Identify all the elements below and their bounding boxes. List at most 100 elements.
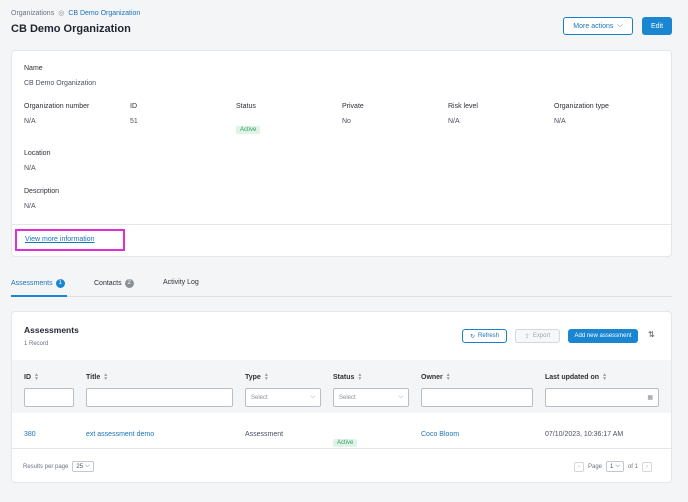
column-settings-icon[interactable]: ⇅ bbox=[648, 330, 655, 339]
tab-activity-log[interactable]: Activity Log bbox=[163, 279, 199, 286]
refresh-button[interactable]: ↻ Refresh bbox=[462, 329, 507, 343]
page-select[interactable]: 1 ⌵ bbox=[606, 461, 624, 472]
refresh-icon: ↻ bbox=[469, 333, 475, 340]
status-badge: Active bbox=[236, 118, 261, 136]
breadcrumb-current[interactable]: CB Demo Organization bbox=[68, 10, 140, 17]
column-header-status-label: Status bbox=[333, 373, 355, 381]
export-label: Export bbox=[532, 333, 551, 339]
location-value: N/A bbox=[24, 165, 36, 172]
page-value: 1 bbox=[610, 463, 614, 470]
last-updated-filter-input[interactable]: ▦ bbox=[545, 388, 659, 407]
column-header-owner[interactable]: Owner ▲ ▼ bbox=[421, 372, 451, 382]
tab-assessments-count: 1 bbox=[55, 279, 65, 288]
tab-assessments[interactable]: Assessments 1 bbox=[11, 279, 65, 288]
more-actions-button[interactable]: More actions ⌵ bbox=[563, 17, 633, 35]
breadcrumb: Organizations ◎ CB Demo Organization bbox=[11, 9, 140, 18]
edit-button[interactable]: Edit bbox=[642, 17, 672, 35]
chevron-down-icon: ⌵ bbox=[615, 463, 620, 469]
location-label: Location bbox=[24, 150, 51, 157]
column-header-owner-label: Owner bbox=[421, 373, 443, 381]
org-type-label: Organization type bbox=[554, 103, 609, 110]
org-type-value: N/A bbox=[554, 118, 566, 125]
column-header-title[interactable]: Title ▲ ▼ bbox=[86, 372, 109, 382]
column-header-status[interactable]: Status ▲ ▼ bbox=[333, 372, 363, 382]
page-title: CB Demo Organization bbox=[11, 23, 131, 35]
results-per-page-value: 25 bbox=[76, 463, 84, 470]
sort-icon: ▲ ▼ bbox=[103, 372, 109, 382]
breadcrumb-root[interactable]: Organizations bbox=[11, 10, 54, 17]
sort-icon: ▲ ▼ bbox=[34, 372, 39, 382]
record-count: 1 Record bbox=[24, 341, 49, 347]
pagination: ‹ Page 1 ⌵ of 1 › bbox=[574, 461, 652, 472]
next-page-button[interactable]: › bbox=[641, 461, 652, 472]
tab-contacts-count: 2 bbox=[124, 279, 134, 288]
page-label: Page bbox=[588, 463, 603, 470]
status-filter-placeholder: Select bbox=[339, 394, 356, 401]
assessments-title: Assessments bbox=[24, 325, 79, 335]
tab-contacts-label: Contacts bbox=[94, 280, 122, 287]
risk-level-label: Risk level bbox=[448, 103, 478, 110]
column-header-title-label: Title bbox=[86, 373, 101, 381]
description-value: N/A bbox=[24, 203, 36, 210]
description-label: Description bbox=[24, 188, 60, 195]
column-header-last-updated-label: Last updated on bbox=[545, 373, 600, 381]
column-header-type-label: Type bbox=[245, 373, 261, 381]
results-per-page-select[interactable]: 25 ⌵ bbox=[72, 461, 94, 472]
name-label: Name bbox=[24, 65, 43, 72]
more-actions-label: More actions bbox=[573, 22, 614, 30]
chevron-down-icon: ⌵ bbox=[310, 394, 315, 400]
add-new-assessment-button[interactable]: Add new assessment bbox=[568, 329, 638, 343]
active-tab-indicator bbox=[11, 295, 67, 297]
owner-filter-input[interactable] bbox=[421, 388, 533, 407]
sort-icon: ▲ ▼ bbox=[445, 372, 451, 382]
results-per-page: Results per page 25 ⌵ bbox=[23, 461, 94, 472]
row-type: Assessment bbox=[245, 431, 284, 438]
row-status-badge: Active bbox=[333, 431, 358, 449]
calendar-icon[interactable]: ▦ bbox=[647, 394, 653, 401]
chevron-down-icon: ⌵ bbox=[617, 22, 623, 29]
private-label: Private bbox=[342, 103, 364, 110]
sort-icon: ▲ ▼ bbox=[357, 372, 363, 382]
export-button[interactable]: ⇪ Export bbox=[515, 329, 560, 343]
tab-activity-log-label: Activity Log bbox=[163, 279, 199, 286]
row-status-text: Active bbox=[333, 439, 358, 447]
tab-assessments-label: Assessments bbox=[11, 280, 53, 287]
export-icon: ⇪ bbox=[524, 333, 530, 340]
previous-page-button[interactable]: ‹ bbox=[574, 461, 584, 472]
row-id-link[interactable]: 380 bbox=[24, 431, 36, 438]
type-filter-select[interactable]: Select ⌵ bbox=[245, 388, 321, 407]
column-header-type[interactable]: Type ▲ ▼ bbox=[245, 372, 269, 382]
column-header-id-label: ID bbox=[24, 373, 31, 381]
id-filter-input[interactable] bbox=[24, 388, 74, 407]
id-value: 51 bbox=[130, 118, 138, 125]
name-value: CB Demo Organization bbox=[24, 80, 96, 87]
id-label: ID bbox=[130, 103, 137, 110]
assessments-card: Assessments 1 Record ↻ Refresh ⇪ Export … bbox=[11, 311, 672, 483]
private-value: No bbox=[342, 118, 351, 125]
column-header-id[interactable]: ID ▲ ▼ bbox=[24, 372, 39, 382]
row-owner-link[interactable]: Coco Bloom bbox=[421, 431, 459, 438]
sort-icon: ▲ ▼ bbox=[263, 372, 269, 382]
tab-contacts[interactable]: Contacts 2 bbox=[94, 279, 134, 288]
refresh-label: Refresh bbox=[478, 333, 500, 339]
risk-level-value: N/A bbox=[448, 118, 460, 125]
breadcrumb-separator-icon: ◎ bbox=[58, 10, 65, 17]
chevron-down-icon: ⌵ bbox=[398, 394, 403, 400]
status-label: Status bbox=[236, 103, 256, 110]
view-more-information-link[interactable]: View more information bbox=[25, 236, 95, 243]
page-of-label: of 1 bbox=[627, 463, 638, 470]
type-filter-placeholder: Select bbox=[251, 394, 268, 401]
sort-icon: ▲ ▼ bbox=[602, 372, 608, 382]
status-badge-text: Active bbox=[236, 126, 261, 134]
column-header-last-updated[interactable]: Last updated on ▲ ▼ bbox=[545, 372, 608, 382]
org-number-value: N/A bbox=[24, 118, 36, 125]
row-title-link[interactable]: ext assessment demo bbox=[86, 431, 154, 438]
card-divider bbox=[12, 224, 671, 225]
tabs-divider bbox=[11, 296, 672, 297]
org-number-label: Organization number bbox=[24, 103, 90, 110]
row-last-updated: 07/10/2023, 10:36:17 AM bbox=[545, 431, 624, 438]
title-filter-input[interactable] bbox=[86, 388, 233, 407]
chevron-down-icon: ⌵ bbox=[85, 463, 90, 469]
status-filter-select[interactable]: Select ⌵ bbox=[333, 388, 409, 407]
organization-info-card: Name CB Demo Organization Organization n… bbox=[11, 50, 672, 257]
